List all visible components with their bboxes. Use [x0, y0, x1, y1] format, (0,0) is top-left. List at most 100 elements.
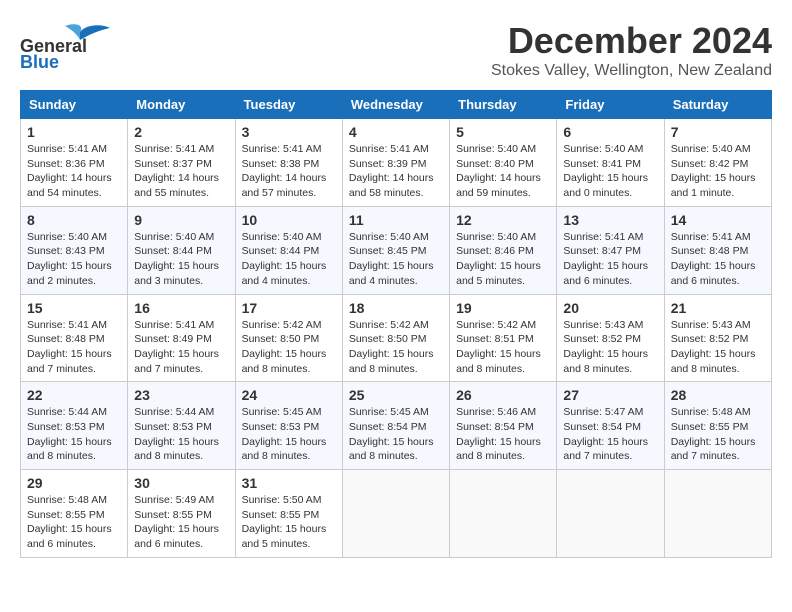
weekday-header-monday: Monday — [128, 91, 235, 119]
calendar-day-14: 14 Sunrise: 5:41 AMSunset: 8:48 PMDayligh… — [664, 206, 771, 294]
day-info: Sunrise: 5:44 AMSunset: 8:53 PMDaylight:… — [27, 405, 121, 464]
day-number: 9 — [134, 212, 228, 228]
day-number: 24 — [242, 387, 336, 403]
calendar-day-18: 18 Sunrise: 5:42 AMSunset: 8:50 PMDayligh… — [342, 294, 449, 382]
day-info: Sunrise: 5:41 AMSunset: 8:48 PMDaylight:… — [27, 318, 121, 377]
day-number: 27 — [563, 387, 657, 403]
calendar-day-29: 29Sunrise: 5:48 AMSunset: 8:55 PMDayligh… — [21, 470, 128, 558]
day-number: 11 — [349, 212, 443, 228]
day-number: 30 — [134, 475, 228, 491]
day-number: 3 — [242, 124, 336, 140]
day-info: Sunrise: 5:40 AMSunset: 8:41 PMDaylight:… — [563, 142, 657, 201]
calendar-day-15: 15 Sunrise: 5:41 AMSunset: 8:48 PMDayligh… — [21, 294, 128, 382]
calendar-day-9: 9 Sunrise: 5:40 AMSunset: 8:44 PMDaylight… — [128, 206, 235, 294]
day-info: Sunrise: 5:41 AMSunset: 8:47 PMDaylight:… — [563, 230, 657, 289]
day-info: Sunrise: 5:41 AMSunset: 8:37 PMDaylight:… — [134, 142, 228, 201]
day-number: 16 — [134, 300, 228, 316]
calendar-day-26: 26 Sunrise: 5:46 AMSunset: 8:54 PMDayligh… — [450, 382, 557, 470]
calendar-day-11: 11 Sunrise: 5:40 AMSunset: 8:45 PMDayligh… — [342, 206, 449, 294]
calendar-day-23: 23Sunrise: 5:44 AMSunset: 8:53 PMDayligh… — [128, 382, 235, 470]
logo: General Blue — [20, 20, 140, 75]
day-info: Sunrise: 5:42 AMSunset: 8:50 PMDaylight:… — [242, 318, 336, 377]
day-info: Sunrise: 5:40 AMSunset: 8:44 PMDaylight:… — [134, 230, 228, 289]
title-area: December 2024 Stokes Valley, Wellington,… — [491, 20, 772, 80]
calendar-day-7: 7 Sunrise: 5:40 AMSunset: 8:42 PMDaylight… — [664, 119, 771, 207]
day-info: Sunrise: 5:45 AMSunset: 8:53 PMDaylight:… — [242, 405, 336, 464]
calendar-table: SundayMondayTuesdayWednesdayThursdayFrid… — [20, 90, 772, 558]
day-info: Sunrise: 5:40 AMSunset: 8:43 PMDaylight:… — [27, 230, 121, 289]
day-number: 22 — [27, 387, 121, 403]
day-info: Sunrise: 5:41 AMSunset: 8:38 PMDaylight:… — [242, 142, 336, 201]
calendar-day-31: 31 Sunrise: 5:50 AMSunset: 8:55 PMDayligh… — [235, 470, 342, 558]
calendar-day-16: 16 Sunrise: 5:41 AMSunset: 8:49 PMDayligh… — [128, 294, 235, 382]
weekday-header-friday: Friday — [557, 91, 664, 119]
calendar-day-20: 20Sunrise: 5:43 AMSunset: 8:52 PMDayligh… — [557, 294, 664, 382]
month-title: December 2024 — [491, 20, 772, 62]
day-info: Sunrise: 5:41 AMSunset: 8:48 PMDaylight:… — [671, 230, 765, 289]
day-info: Sunrise: 5:48 AMSunset: 8:55 PMDaylight:… — [671, 405, 765, 464]
logo-text: General Blue — [20, 20, 140, 75]
day-info: Sunrise: 5:42 AMSunset: 8:50 PMDaylight:… — [349, 318, 443, 377]
day-info: Sunrise: 5:44 AMSunset: 8:53 PMDaylight:… — [134, 405, 228, 464]
calendar-day-25: 25 Sunrise: 5:45 AMSunset: 8:54 PMDayligh… — [342, 382, 449, 470]
day-number: 10 — [242, 212, 336, 228]
calendar-week-3: 15 Sunrise: 5:41 AMSunset: 8:48 PMDayligh… — [21, 294, 772, 382]
day-number: 7 — [671, 124, 765, 140]
day-number: 4 — [349, 124, 443, 140]
day-number: 18 — [349, 300, 443, 316]
weekday-header-sunday: Sunday — [21, 91, 128, 119]
day-number: 17 — [242, 300, 336, 316]
day-number: 12 — [456, 212, 550, 228]
day-number: 5 — [456, 124, 550, 140]
day-info: Sunrise: 5:41 AMSunset: 8:36 PMDaylight:… — [27, 142, 121, 201]
calendar-day-4: 4 Sunrise: 5:41 AMSunset: 8:39 PMDaylight… — [342, 119, 449, 207]
day-info: Sunrise: 5:50 AMSunset: 8:55 PMDaylight:… — [242, 493, 336, 552]
weekday-header-thursday: Thursday — [450, 91, 557, 119]
day-info: Sunrise: 5:40 AMSunset: 8:40 PMDaylight:… — [456, 142, 550, 201]
day-info: Sunrise: 5:43 AMSunset: 8:52 PMDaylight:… — [671, 318, 765, 377]
day-number: 26 — [456, 387, 550, 403]
day-info: Sunrise: 5:48 AMSunset: 8:55 PMDaylight:… — [27, 493, 121, 552]
day-number: 21 — [671, 300, 765, 316]
day-number: 28 — [671, 387, 765, 403]
day-info: Sunrise: 5:43 AMSunset: 8:52 PMDaylight:… — [563, 318, 657, 377]
weekday-header-row: SundayMondayTuesdayWednesdayThursdayFrid… — [21, 91, 772, 119]
day-number: 6 — [563, 124, 657, 140]
calendar-day-6: 6 Sunrise: 5:40 AMSunset: 8:41 PMDaylight… — [557, 119, 664, 207]
day-info: Sunrise: 5:41 AMSunset: 8:39 PMDaylight:… — [349, 142, 443, 201]
day-number: 31 — [242, 475, 336, 491]
calendar-week-2: 8 Sunrise: 5:40 AMSunset: 8:43 PMDaylight… — [21, 206, 772, 294]
day-info: Sunrise: 5:41 AMSunset: 8:49 PMDaylight:… — [134, 318, 228, 377]
day-info: Sunrise: 5:42 AMSunset: 8:51 PMDaylight:… — [456, 318, 550, 377]
day-number: 8 — [27, 212, 121, 228]
calendar-week-5: 29Sunrise: 5:48 AMSunset: 8:55 PMDayligh… — [21, 470, 772, 558]
calendar-day-1: 1Sunrise: 5:41 AMSunset: 8:36 PMDaylight… — [21, 119, 128, 207]
day-number: 19 — [456, 300, 550, 316]
weekday-header-saturday: Saturday — [664, 91, 771, 119]
calendar-week-4: 22 Sunrise: 5:44 AMSunset: 8:53 PMDayligh… — [21, 382, 772, 470]
day-number: 25 — [349, 387, 443, 403]
calendar-day-10: 10Sunrise: 5:40 AMSunset: 8:44 PMDayligh… — [235, 206, 342, 294]
calendar-day-2: 2Sunrise: 5:41 AMSunset: 8:37 PMDaylight… — [128, 119, 235, 207]
calendar-day-8: 8 Sunrise: 5:40 AMSunset: 8:43 PMDaylight… — [21, 206, 128, 294]
location-title: Stokes Valley, Wellington, New Zealand — [491, 62, 772, 80]
svg-text:Blue: Blue — [20, 52, 59, 70]
day-info: Sunrise: 5:40 AMSunset: 8:45 PMDaylight:… — [349, 230, 443, 289]
day-info: Sunrise: 5:45 AMSunset: 8:54 PMDaylight:… — [349, 405, 443, 464]
day-info: Sunrise: 5:40 AMSunset: 8:46 PMDaylight:… — [456, 230, 550, 289]
calendar-day-17: 17 Sunrise: 5:42 AMSunset: 8:50 PMDayligh… — [235, 294, 342, 382]
calendar-day-13: 13 Sunrise: 5:41 AMSunset: 8:47 PMDayligh… — [557, 206, 664, 294]
weekday-header-tuesday: Tuesday — [235, 91, 342, 119]
day-info: Sunrise: 5:40 AMSunset: 8:42 PMDaylight:… — [671, 142, 765, 201]
calendar-day-empty — [664, 470, 771, 558]
day-number: 15 — [27, 300, 121, 316]
day-number: 14 — [671, 212, 765, 228]
weekday-header-wednesday: Wednesday — [342, 91, 449, 119]
calendar-day-22: 22 Sunrise: 5:44 AMSunset: 8:53 PMDayligh… — [21, 382, 128, 470]
day-info: Sunrise: 5:47 AMSunset: 8:54 PMDaylight:… — [563, 405, 657, 464]
day-info: Sunrise: 5:49 AMSunset: 8:55 PMDaylight:… — [134, 493, 228, 552]
day-info: Sunrise: 5:46 AMSunset: 8:54 PMDaylight:… — [456, 405, 550, 464]
calendar-day-empty — [342, 470, 449, 558]
calendar-day-empty — [557, 470, 664, 558]
day-number: 13 — [563, 212, 657, 228]
